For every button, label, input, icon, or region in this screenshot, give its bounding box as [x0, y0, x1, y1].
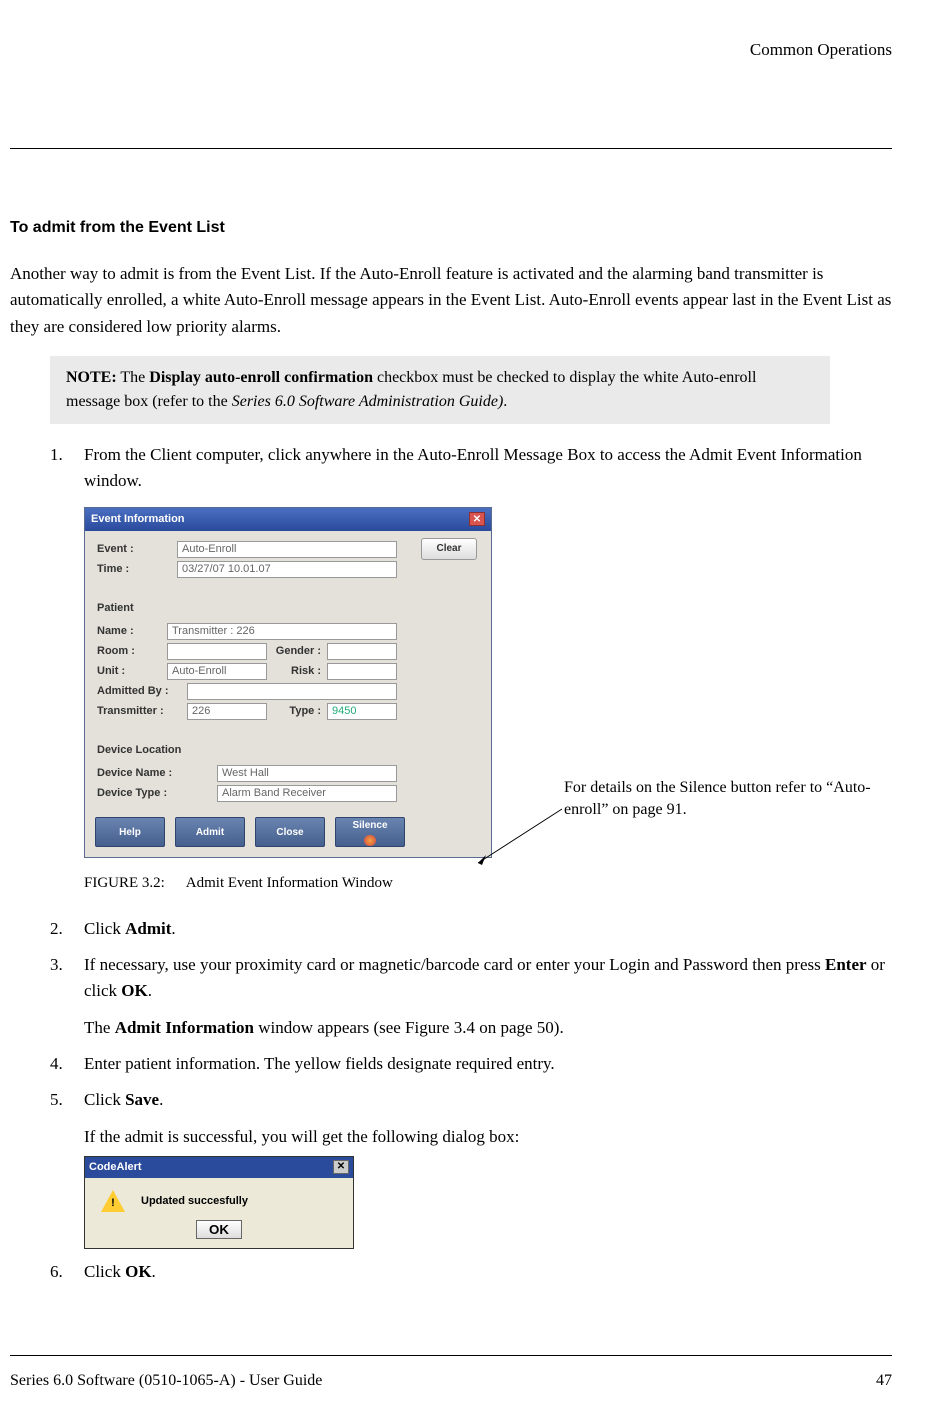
type-field[interactable]: 9450: [327, 703, 397, 720]
note-italic: Series 6.0 Software Administration Guide…: [232, 393, 504, 410]
device-type-label: Device Type :: [97, 785, 217, 802]
close-label: Close: [276, 825, 303, 841]
step-4: Enter patient information. The yellow fi…: [50, 1051, 892, 1077]
step-6-text-c: .: [152, 1262, 156, 1281]
codealert-button-row: OK: [85, 1220, 353, 1248]
clear-button[interactable]: Clear: [421, 538, 477, 560]
step-4-text: Enter patient information. The yellow fi…: [84, 1054, 555, 1073]
page-footer: Series 6.0 Software (0510-1065-A) - User…: [10, 1355, 892, 1390]
room-label: Room :: [97, 643, 167, 660]
device-name-label: Device Name :: [97, 765, 217, 782]
step-3-text-e: .: [148, 981, 152, 1000]
header-section: Common Operations: [750, 40, 892, 59]
close-button[interactable]: Close: [255, 817, 325, 847]
transmitter-field[interactable]: 226: [187, 703, 267, 720]
unit-label: Unit :: [97, 663, 167, 680]
risk-label: Risk :: [267, 663, 327, 680]
step-5-text-c: .: [159, 1090, 163, 1109]
help-button[interactable]: Help: [95, 817, 165, 847]
codealert-titlebar: CodeAlert ✕: [85, 1157, 353, 1178]
step-3-sub-c: window appears (see Figure 3.4 on page 5…: [254, 1018, 564, 1037]
footer-left: Series 6.0 Software (0510-1065-A) - User…: [10, 1372, 322, 1390]
step-3-bold-2: OK: [121, 981, 147, 1000]
admitted-field[interactable]: [187, 683, 397, 700]
step-3: If necessary, use your proximity card or…: [50, 952, 892, 1041]
step-1: From the Client computer, click anywhere…: [50, 442, 892, 896]
codealert-message: Updated succesfully: [141, 1193, 248, 1210]
note-text-3: .: [503, 393, 507, 410]
codealert-body: Updated succesfully: [85, 1178, 353, 1220]
silence-button[interactable]: Silence: [335, 817, 405, 847]
event-field[interactable]: Auto-Enroll: [177, 541, 397, 558]
footer-rule: [10, 1355, 892, 1356]
figure-caption: FIGURE 3.2: Admit Event Information Wind…: [84, 872, 892, 895]
window-titlebar: Event Information ✕: [85, 508, 491, 531]
time-field[interactable]: 03/27/07 10.01.07: [177, 561, 397, 578]
event-label: Event :: [97, 541, 177, 558]
figure-wrap: Event Information ✕ Clear Event : Auto-E…: [84, 507, 892, 859]
warning-icon: [99, 1188, 127, 1216]
codealert-title: CodeAlert: [89, 1159, 142, 1176]
callout-text: For details on the Silence button refer …: [564, 777, 884, 822]
device-location-header: Device Location: [97, 742, 479, 759]
step-3-text-a: If necessary, use your proximity card or…: [84, 955, 825, 974]
admitted-label: Admitted By :: [97, 683, 187, 700]
step-2-text-c: .: [171, 919, 175, 938]
gender-label: Gender :: [267, 643, 327, 660]
step-3-bold-1: Enter: [825, 955, 867, 974]
section-title: To admit from the Event List: [10, 219, 892, 237]
note-box: NOTE: The Display auto-enroll confirmati…: [50, 356, 830, 424]
device-type-field[interactable]: Alarm Band Receiver: [217, 785, 397, 802]
type-label: Type :: [267, 703, 327, 720]
admit-label: Admit: [196, 825, 224, 841]
codealert-dialog: CodeAlert ✕ Updated succesfully OK: [84, 1156, 354, 1249]
note-lead: NOTE:: [66, 369, 117, 386]
step-5: Click Save. If the admit is successful, …: [50, 1087, 892, 1249]
risk-field[interactable]: [327, 663, 397, 680]
transmitter-label: Transmitter :: [97, 703, 187, 720]
step-6: Click OK.: [50, 1259, 892, 1285]
step-2-bold: Admit: [125, 919, 171, 938]
help-label: Help: [119, 825, 141, 841]
gender-field[interactable]: [327, 643, 397, 660]
time-label: Time :: [97, 561, 177, 578]
button-bar: Help Admit Close Silence: [85, 811, 491, 857]
step-2-text-a: Click: [84, 919, 125, 938]
unit-field[interactable]: Auto-Enroll: [167, 663, 267, 680]
step-3-sub: The Admit Information window appears (se…: [84, 1015, 892, 1041]
step-3-sub-a: The: [84, 1018, 115, 1037]
window-body: Clear Event : Auto-Enroll Time : 03/27/0…: [85, 531, 491, 812]
figure-id: FIGURE 3.2:: [84, 872, 165, 895]
room-field[interactable]: [167, 643, 267, 660]
device-name-field[interactable]: West Hall: [217, 765, 397, 782]
silence-label: Silence: [352, 818, 387, 834]
step-2: Click Admit.: [50, 916, 892, 942]
silence-icon: [364, 835, 376, 847]
close-icon[interactable]: ✕: [469, 512, 485, 526]
note-bold: Display auto-enroll confirmation: [149, 369, 373, 386]
codealert-close-icon[interactable]: ✕: [333, 1160, 349, 1174]
name-label: Name :: [97, 623, 167, 640]
note-text-1: The: [117, 369, 150, 386]
step-1-text: From the Client computer, click anywhere…: [84, 445, 862, 490]
page-header: Common Operations: [10, 40, 892, 68]
intro-paragraph: Another way to admit is from the Event L…: [10, 261, 892, 340]
steps-list: From the Client computer, click anywhere…: [50, 442, 892, 1285]
step-5-bold: Save: [125, 1090, 159, 1109]
name-field[interactable]: Transmitter : 226: [167, 623, 397, 640]
step-6-bold: OK: [125, 1262, 151, 1281]
admit-button[interactable]: Admit: [175, 817, 245, 847]
event-info-window: Event Information ✕ Clear Event : Auto-E…: [84, 507, 492, 859]
figure-caption-text: Admit Event Information Window: [186, 875, 393, 891]
step-5-sub: If the admit is successful, you will get…: [84, 1124, 892, 1150]
codealert-ok-button[interactable]: OK: [196, 1220, 242, 1239]
step-6-text-a: Click: [84, 1262, 125, 1281]
step-3-sub-bold: Admit Information: [115, 1018, 254, 1037]
window-title: Event Information: [91, 511, 185, 528]
step-5-text-a: Click: [84, 1090, 125, 1109]
callout-arrow: [474, 807, 564, 867]
patient-header: Patient: [97, 600, 479, 617]
footer-page-number: 47: [876, 1372, 892, 1390]
